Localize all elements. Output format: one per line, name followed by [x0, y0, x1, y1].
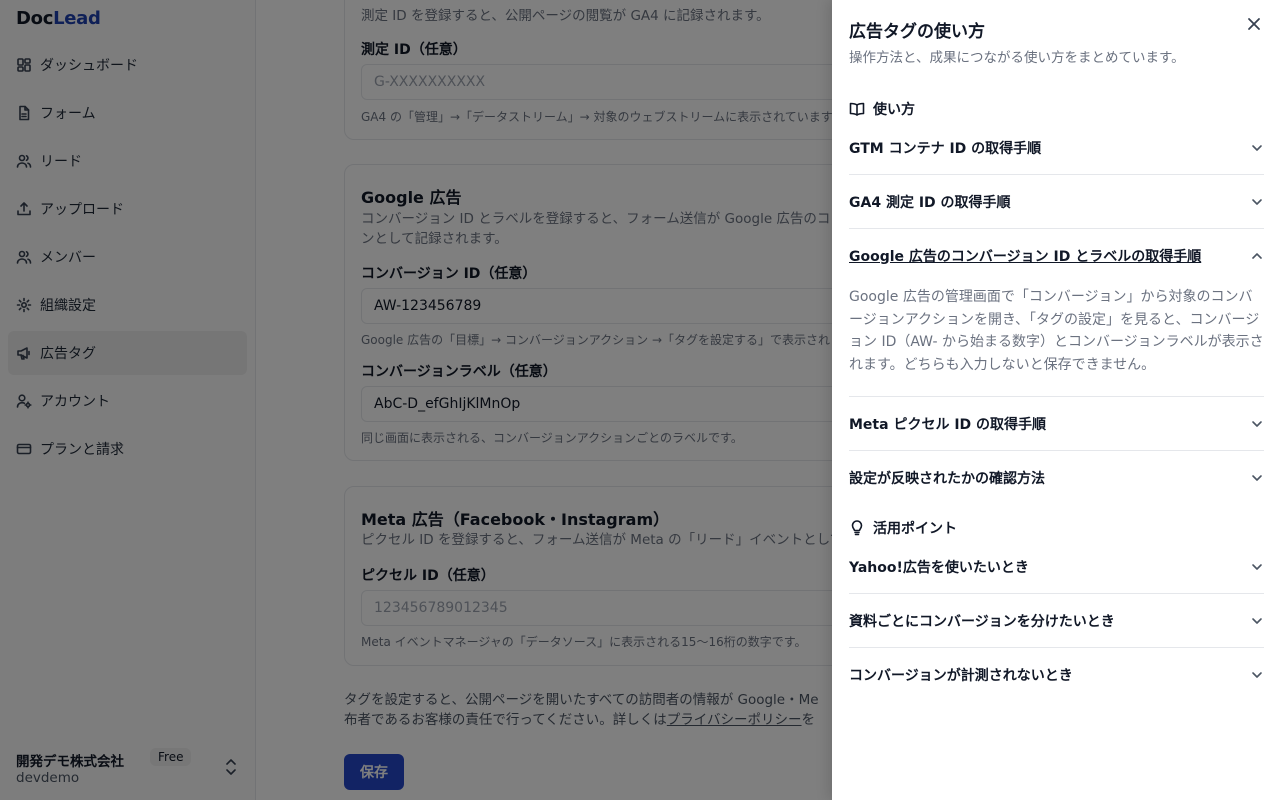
- accordion-item: コンバージョンが計測されないとき: [849, 648, 1264, 701]
- accordion-title: 資料ごとにコンバージョンを分けたいとき: [849, 613, 1115, 630]
- accordion-item: GTM コンテナ ID の取得手順: [849, 121, 1264, 175]
- usage-accordion: GTM コンテナ ID の取得手順 GA4 測定 ID の取得手順 Google…: [849, 121, 1264, 504]
- tips-heading: 活用ポイント: [849, 518, 957, 538]
- accordion-content: Google 広告の管理画面で「コンバージョン」から対象のコンバージョンアクショ…: [849, 289, 1264, 373]
- accordion-title: 設定が反映されたかの確認方法: [849, 470, 1045, 487]
- accordion-item: 資料ごとにコンバージョンを分けたいとき: [849, 594, 1264, 648]
- accordion-item: GA4 測定 ID の取得手順: [849, 175, 1264, 229]
- chevron-up-icon: [1250, 249, 1264, 263]
- usage-heading: 使い方: [849, 99, 915, 119]
- accordion-trigger-meta[interactable]: Meta ピクセル ID の取得手順: [849, 397, 1264, 450]
- usage-heading-label: 使い方: [873, 102, 915, 118]
- accordion-trigger-per-document[interactable]: 資料ごとにコンバージョンを分けたいとき: [849, 594, 1264, 647]
- chevron-down-icon: [1250, 560, 1264, 574]
- accordion-title: Meta ピクセル ID の取得手順: [849, 416, 1047, 433]
- accordion-title: GTM コンテナ ID の取得手順: [849, 140, 1042, 157]
- sheet-description: 操作方法と、成果につながる使い方をまとめています。: [849, 50, 1185, 66]
- accordion-item: 設定が反映されたかの確認方法: [849, 451, 1264, 504]
- accordion-trigger-not-tracked[interactable]: コンバージョンが計測されないとき: [849, 648, 1264, 701]
- accordion-item-open: Google 広告のコンバージョン ID とラベルの取得手順 Google 広告…: [849, 229, 1264, 397]
- accordion-title: GA4 測定 ID の取得手順: [849, 194, 1011, 211]
- accordion-trigger-yahoo[interactable]: Yahoo!広告を使いたいとき: [849, 540, 1264, 593]
- sheet-title: 広告タグの使い方: [849, 22, 985, 42]
- accordion-item: Yahoo!広告を使いたいとき: [849, 540, 1264, 594]
- accordion-trigger-verify[interactable]: 設定が反映されたかの確認方法: [849, 451, 1264, 504]
- lightbulb-icon: [849, 520, 865, 536]
- accordion-title: Google 広告のコンバージョン ID とラベルの取得手順: [849, 248, 1202, 265]
- modal-backdrop[interactable]: [0, 0, 832, 800]
- close-icon[interactable]: [1246, 16, 1262, 32]
- chevron-down-icon: [1250, 195, 1264, 209]
- book-open-icon: [849, 101, 865, 117]
- chevron-down-icon: [1250, 668, 1264, 682]
- tips-heading-label: 活用ポイント: [873, 521, 957, 537]
- chevron-down-icon: [1250, 471, 1264, 485]
- accordion-trigger-gtm[interactable]: GTM コンテナ ID の取得手順: [849, 121, 1264, 174]
- accordion-item: Meta ピクセル ID の取得手順: [849, 397, 1264, 451]
- accordion-trigger-google-ads[interactable]: Google 広告のコンバージョン ID とラベルの取得手順: [849, 229, 1264, 282]
- accordion-title: コンバージョンが計測されないとき: [849, 667, 1073, 684]
- chevron-down-icon: [1250, 417, 1264, 431]
- chevron-down-icon: [1250, 614, 1264, 628]
- help-sheet: 広告タグの使い方 操作方法と、成果につながる使い方をまとめています。 使い方 G…: [832, 0, 1280, 800]
- tips-accordion: Yahoo!広告を使いたいとき 資料ごとにコンバージョンを分けたいとき コンバー…: [849, 540, 1264, 701]
- accordion-trigger-ga4[interactable]: GA4 測定 ID の取得手順: [849, 175, 1264, 228]
- accordion-title: Yahoo!広告を使いたいとき: [849, 559, 1029, 576]
- chevron-down-icon: [1250, 141, 1264, 155]
